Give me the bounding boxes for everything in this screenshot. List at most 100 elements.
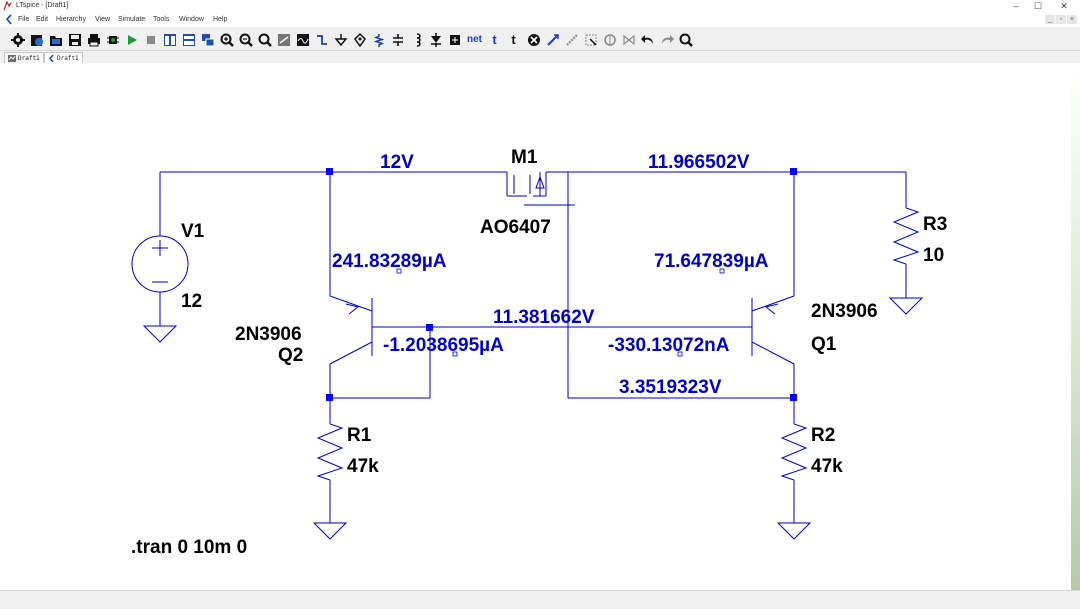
close-button[interactable]: ✕ — [1050, 0, 1078, 13]
cascade-icon[interactable] — [199, 31, 216, 48]
r1-resistor[interactable] — [316, 423, 344, 481]
r2-value: 47k — [811, 456, 843, 477]
schematic-drawing: 12V 11.966502V 11.381662V 3.3519323V 241… — [131, 147, 947, 558]
menu-help[interactable]: Help — [213, 16, 227, 23]
schematic-canvas[interactable]: 12V 11.966502V 11.381662V 3.3519323V 241… — [0, 63, 1080, 590]
tile-vertical-icon[interactable] — [161, 31, 178, 48]
zoom-fit-icon[interactable] — [256, 31, 273, 48]
m1-model: AO6407 — [480, 217, 551, 238]
drag-icon[interactable] — [582, 31, 599, 48]
run-icon[interactable] — [123, 31, 140, 48]
status-bar — [0, 590, 1080, 609]
settings-icon[interactable] — [9, 31, 26, 48]
node-q2-collector[interactable] — [326, 394, 333, 401]
node-11v9[interactable] — [790, 168, 797, 175]
q2-name: Q2 — [278, 345, 303, 366]
schematic-doc-icon — [5, 14, 12, 25]
mirror-icon[interactable] — [601, 31, 618, 48]
m1-mosfet[interactable] — [506, 172, 575, 206]
wire-gate[interactable] — [567, 205, 794, 399]
tab-draft1-waveform[interactable]: Draft1 — [4, 52, 44, 63]
ltspice-app-icon — [3, 1, 12, 11]
zoom-in-icon[interactable] — [218, 31, 235, 48]
q2-transistor[interactable] — [329, 295, 373, 365]
redo-icon[interactable] — [658, 31, 675, 48]
node-q1-collector[interactable] — [790, 394, 797, 401]
mdi-restore-button[interactable]: ▫ — [1056, 15, 1066, 24]
menu-window[interactable]: Window — [179, 16, 204, 23]
rotate-icon[interactable] — [620, 31, 637, 48]
voltage-middle: 11.381662V — [493, 307, 595, 328]
menu-simulate[interactable]: Simulate — [118, 16, 145, 23]
scope-icon[interactable] — [294, 31, 311, 48]
zoom-out-icon[interactable] — [237, 31, 254, 48]
ground-r2[interactable] — [776, 522, 812, 540]
menu-hierarchy[interactable]: Hierarchy — [56, 16, 86, 23]
label-net-icon[interactable] — [351, 31, 368, 48]
toolbar: net t t — [0, 28, 1080, 51]
ground-icon[interactable] — [332, 31, 349, 48]
tile-horizontal-icon[interactable] — [180, 31, 197, 48]
text-icon[interactable]: t — [486, 31, 503, 48]
move-icon[interactable] — [563, 31, 580, 48]
q2-model: 2N3906 — [235, 324, 302, 345]
save-icon[interactable] — [66, 31, 83, 48]
r2-name: R2 — [811, 425, 835, 446]
voltage-bottom: 3.3519323V — [619, 377, 722, 398]
diode-icon[interactable] — [427, 31, 444, 48]
node-12v[interactable] — [326, 168, 333, 175]
print-icon[interactable] — [85, 31, 102, 48]
tab-bar: Draft1 Draft1 — [0, 51, 1080, 63]
current-q2-emitter: 241.83289µA — [332, 251, 447, 272]
ground-v1[interactable] — [142, 325, 178, 343]
component-icon[interactable] — [104, 31, 121, 48]
stop-icon[interactable] — [142, 31, 159, 48]
autorange-icon[interactable] — [275, 31, 292, 48]
tab-label: Draft1 — [57, 54, 79, 62]
spice-directive-icon[interactable]: t — [505, 31, 522, 48]
r1-name: R1 — [347, 425, 372, 446]
component-symbol-icon[interactable] — [446, 31, 463, 48]
r3-resistor[interactable] — [892, 207, 920, 265]
ground-r1[interactable] — [312, 522, 348, 540]
maximize-button[interactable]: ☐ — [1024, 0, 1052, 13]
q1-name: Q1 — [811, 334, 837, 355]
find-icon[interactable] — [677, 31, 694, 48]
v1-value: 12 — [181, 291, 202, 312]
open-folder-icon[interactable] — [47, 31, 64, 48]
v1-name: V1 — [181, 221, 205, 242]
v1-source[interactable] — [131, 235, 189, 293]
junction-nodes — [326, 168, 797, 401]
r3-value: 10 — [923, 245, 944, 266]
undo-icon[interactable] — [639, 31, 656, 48]
voltage-12v: 12V — [380, 152, 414, 173]
tab-draft1-schematic[interactable]: Draft1 — [44, 52, 83, 63]
inductor-icon[interactable] — [408, 31, 425, 48]
menu-file[interactable]: File — [18, 16, 29, 23]
r2-resistor[interactable] — [780, 423, 808, 481]
ground-r3[interactable] — [888, 297, 924, 315]
r3-name: R3 — [923, 214, 947, 235]
node-base[interactable] — [426, 324, 433, 331]
r1-value: 47k — [347, 456, 379, 477]
menu-tools[interactable]: Tools — [153, 16, 169, 23]
menu-edit[interactable]: Edit — [36, 16, 48, 23]
menu-view[interactable]: View — [95, 16, 110, 23]
voltage-top-right: 11.966502V — [648, 152, 750, 173]
open-schematic-icon[interactable] — [28, 31, 45, 48]
q1-transistor[interactable] — [751, 295, 795, 365]
current-q1-base: -330.13072nA — [608, 335, 730, 356]
menu-bar: File Edit Hierarchy View Simulate Tools … — [0, 13, 1080, 27]
resistor-icon[interactable] — [370, 31, 387, 48]
spice-directive[interactable]: .tran 0 10m 0 — [131, 537, 247, 558]
wire-icon[interactable] — [313, 31, 330, 48]
duplicate-icon[interactable] — [544, 31, 561, 48]
capacitor-icon[interactable] — [389, 31, 406, 48]
delete-icon[interactable] — [525, 31, 542, 48]
net-icon[interactable]: net — [466, 31, 483, 48]
schematic-tab-icon — [49, 54, 54, 62]
window-edge — [1071, 63, 1080, 590]
window-title: LTspice - [Draft1] — [16, 2, 69, 9]
mdi-minimize-button[interactable]: _ — [1045, 15, 1055, 24]
mdi-close-button[interactable]: × — [1067, 15, 1077, 24]
